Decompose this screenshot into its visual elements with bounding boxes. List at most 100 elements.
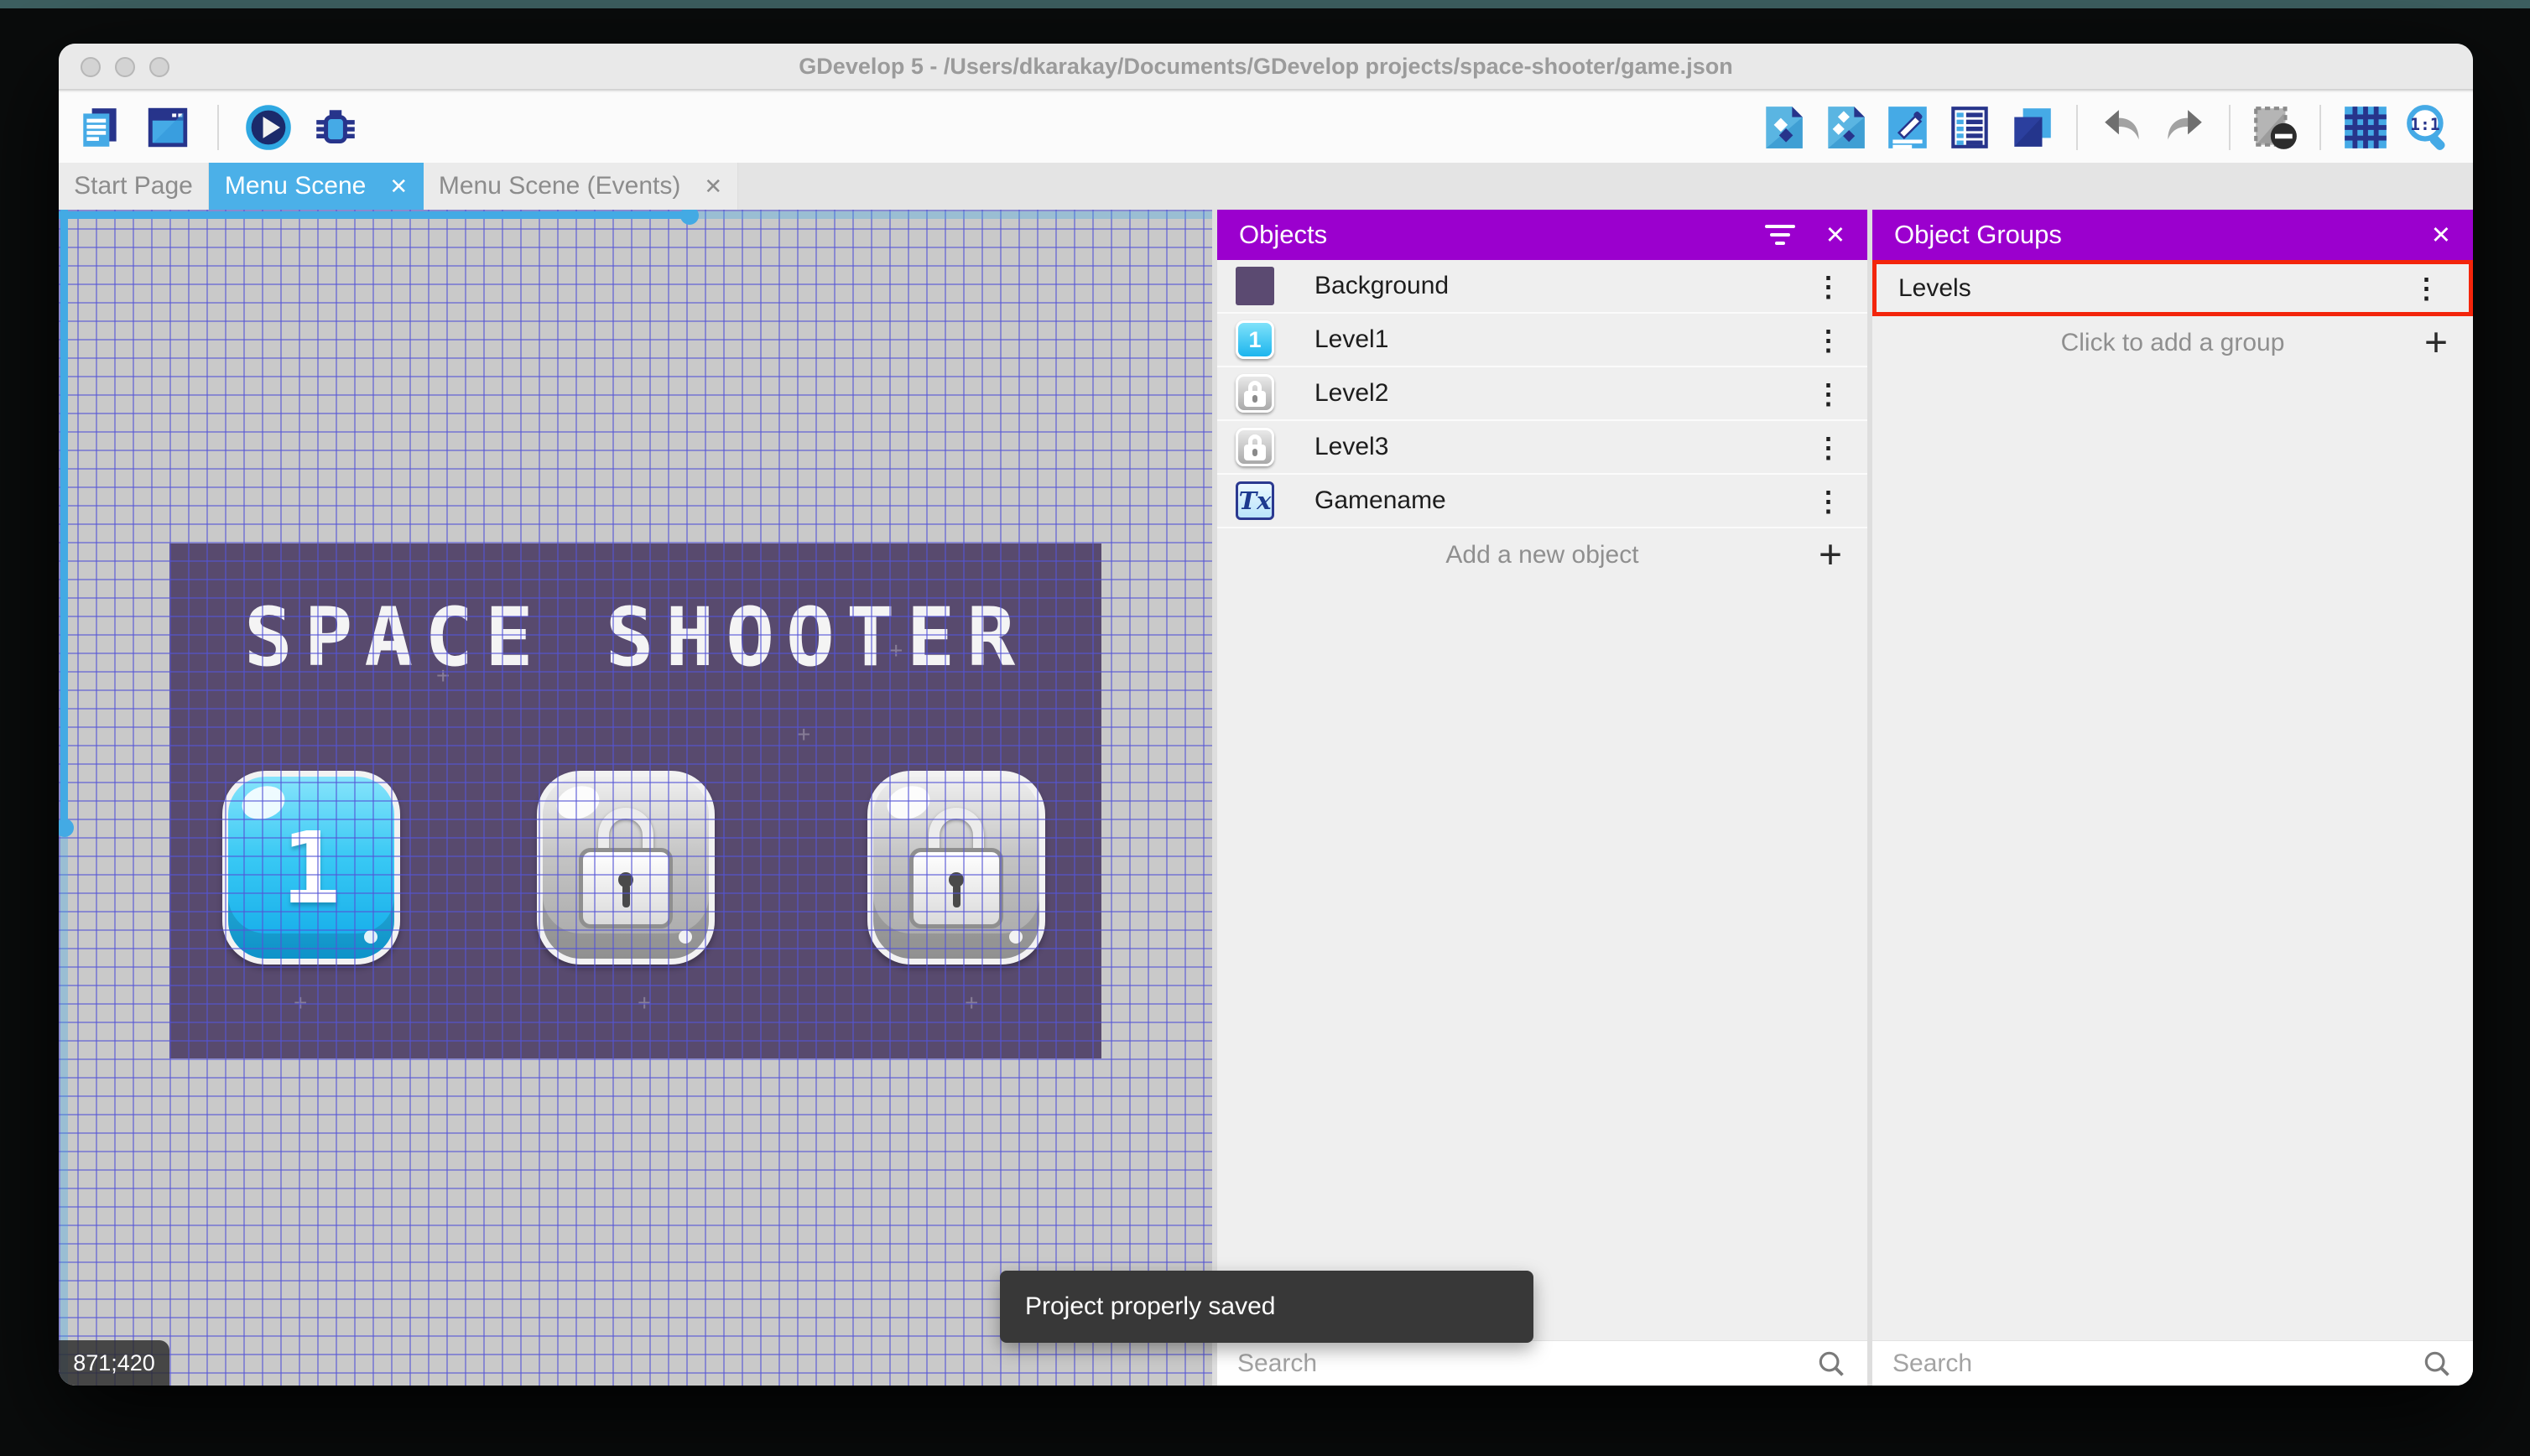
open-object-groups-editor-icon[interactable] [1820, 102, 1871, 153]
more-options-icon[interactable]: ⋮ [1814, 324, 1849, 356]
object-name: Gamename [1314, 486, 1446, 514]
cursor-coordinates-badge: 871;420 [59, 1340, 169, 1386]
lock-icon-body [579, 847, 673, 928]
instances-list-icon[interactable] [1944, 102, 1995, 153]
open-properties-icon[interactable] [1882, 102, 1933, 153]
close-window-button[interactable] [81, 57, 101, 77]
vscroll-track [60, 828, 68, 1386]
more-options-icon[interactable]: ⋮ [1814, 377, 1849, 410]
add-group-label: Click to add a group [2060, 329, 2285, 356]
level2-locked-button-instance[interactable] [537, 771, 715, 965]
close-icon[interactable]: ✕ [1825, 221, 1845, 250]
zoom-original-icon[interactable]: 1:1 [2402, 102, 2453, 153]
text-object-thumbnail: Tx [1236, 481, 1274, 520]
scene-background-instance[interactable]: SPACE SHOOTER + + + + + + 1 [169, 543, 1101, 1058]
search-icon [1819, 1351, 1844, 1376]
star-decoration: + [436, 663, 450, 689]
objects-panel-header: Objects ✕ [1217, 210, 1867, 260]
groups-search-row [1872, 1340, 2473, 1386]
redo-icon[interactable] [2159, 102, 2210, 153]
project-manager-icon[interactable] [75, 102, 126, 153]
object-row-level2[interactable]: Level2 ⋮ [1217, 367, 1867, 421]
background-thumbnail [1236, 267, 1274, 305]
level2-locked-thumbnail [1236, 374, 1274, 413]
vscroll-knob[interactable] [59, 819, 74, 837]
star-decoration: + [294, 990, 308, 1016]
debug-icon[interactable] [310, 102, 361, 153]
editor-tab-bar: Start Page Menu Scene ✕ Menu Scene (Even… [59, 163, 2473, 210]
group-row-levels-highlighted[interactable]: Levels ⋮ [1872, 260, 2473, 316]
close-tab-icon[interactable]: ✕ [704, 174, 722, 200]
plus-icon: + [2423, 320, 2448, 366]
toggle-grid-icon[interactable] [2340, 102, 2391, 153]
minimize-window-button[interactable] [115, 57, 135, 77]
scenes-window-icon[interactable] [143, 102, 193, 153]
layers-editor-icon[interactable] [2007, 102, 2057, 153]
more-options-icon[interactable]: ⋮ [1814, 485, 1849, 517]
main-content: SPACE SHOOTER + + + + + + 1 871;420 Obje… [59, 210, 2473, 1386]
close-tab-icon[interactable]: ✕ [389, 174, 408, 200]
more-options-icon[interactable]: ⋮ [1814, 270, 1849, 303]
level3-locked-thumbnail [1236, 428, 1274, 466]
undo-icon[interactable] [2097, 102, 2147, 153]
mini-lock-icon [1248, 380, 1262, 392]
object-name: Background [1314, 272, 1450, 299]
star-decoration: + [797, 721, 811, 747]
toggle-mask-icon[interactable] [2250, 102, 2300, 153]
hscroll-filled [59, 211, 690, 219]
main-toolbar: 1:1 [59, 92, 2473, 163]
more-options-icon[interactable]: ⋮ [1814, 431, 1849, 464]
objects-panel-title: Objects [1239, 220, 1328, 249]
more-options-icon[interactable]: ⋮ [2413, 272, 2447, 304]
plus-icon: + [1818, 533, 1842, 578]
close-icon[interactable]: ✕ [2431, 221, 2451, 250]
star-decoration: + [965, 990, 979, 1016]
toolbar-separator [217, 105, 219, 150]
level3-locked-button-instance[interactable] [867, 771, 1045, 965]
groups-search-input[interactable] [1892, 1349, 2421, 1378]
objects-search-row [1217, 1340, 1867, 1386]
toolbar-right-group: 1:1 [1758, 102, 2473, 153]
object-name: Level3 [1314, 433, 1389, 460]
mini-lock-icon-body [1244, 390, 1266, 407]
object-row-level1[interactable]: 1 Level1 ⋮ [1217, 314, 1867, 367]
play-preview-icon[interactable] [243, 102, 294, 153]
level1-thumbnail: 1 [1236, 320, 1274, 359]
object-row-level3[interactable]: Level3 ⋮ [1217, 421, 1867, 475]
tab-menu-scene-events[interactable]: Menu Scene (Events) ✕ [424, 163, 738, 210]
open-objects-editor-icon[interactable] [1758, 102, 1809, 153]
lock-icon [929, 807, 984, 851]
hscroll-knob[interactable] [680, 210, 699, 225]
toolbar-separator [2076, 105, 2078, 150]
object-row-gamename[interactable]: Tx Gamename ⋮ [1217, 475, 1867, 528]
tab-label: Start Page [74, 172, 193, 200]
add-object-label: Add a new object [1445, 541, 1639, 569]
hscroll-track [690, 211, 1212, 219]
save-confirmation-toast: Project properly saved [1000, 1271, 1533, 1343]
mini-lock-icon-body [1244, 444, 1266, 460]
tab-start-page[interactable]: Start Page [59, 163, 209, 210]
object-name: Level2 [1314, 379, 1389, 407]
add-group-button[interactable]: Click to add a group + [1872, 316, 2473, 370]
object-row-background[interactable]: Background ⋮ [1217, 260, 1867, 314]
window-title: GDevelop 5 - /Users/dkarakay/Documents/G… [799, 54, 1733, 79]
objects-search-input[interactable] [1237, 1349, 1815, 1378]
toast-message: Project properly saved [1025, 1292, 1276, 1320]
level1-button-instance[interactable]: 1 [222, 771, 400, 965]
scene-editor-canvas[interactable]: SPACE SHOOTER + + + + + + 1 871;420 [59, 210, 1212, 1386]
traffic-lights [81, 57, 169, 77]
tab-menu-scene[interactable]: Menu Scene ✕ [209, 163, 424, 210]
desktop-background-strip [0, 0, 2530, 8]
tab-label: Menu Scene [224, 172, 367, 200]
add-new-object-button[interactable]: Add a new object + [1217, 528, 1867, 582]
horizontal-scrollbar[interactable] [59, 210, 1212, 225]
vscroll-filled [60, 210, 68, 828]
filter-icon[interactable] [1764, 220, 1795, 250]
game-title-text-instance[interactable]: SPACE SHOOTER [169, 590, 1101, 684]
vertical-scrollbar[interactable] [59, 210, 74, 1386]
object-groups-panel-header: Object Groups ✕ [1872, 210, 2473, 260]
object-name: Level1 [1314, 325, 1389, 353]
object-groups-panel: Object Groups ✕ Levels ⋮ Click to add a … [1872, 210, 2473, 1386]
tab-label: Menu Scene (Events) [438, 172, 681, 200]
zoom-window-button[interactable] [149, 57, 169, 77]
